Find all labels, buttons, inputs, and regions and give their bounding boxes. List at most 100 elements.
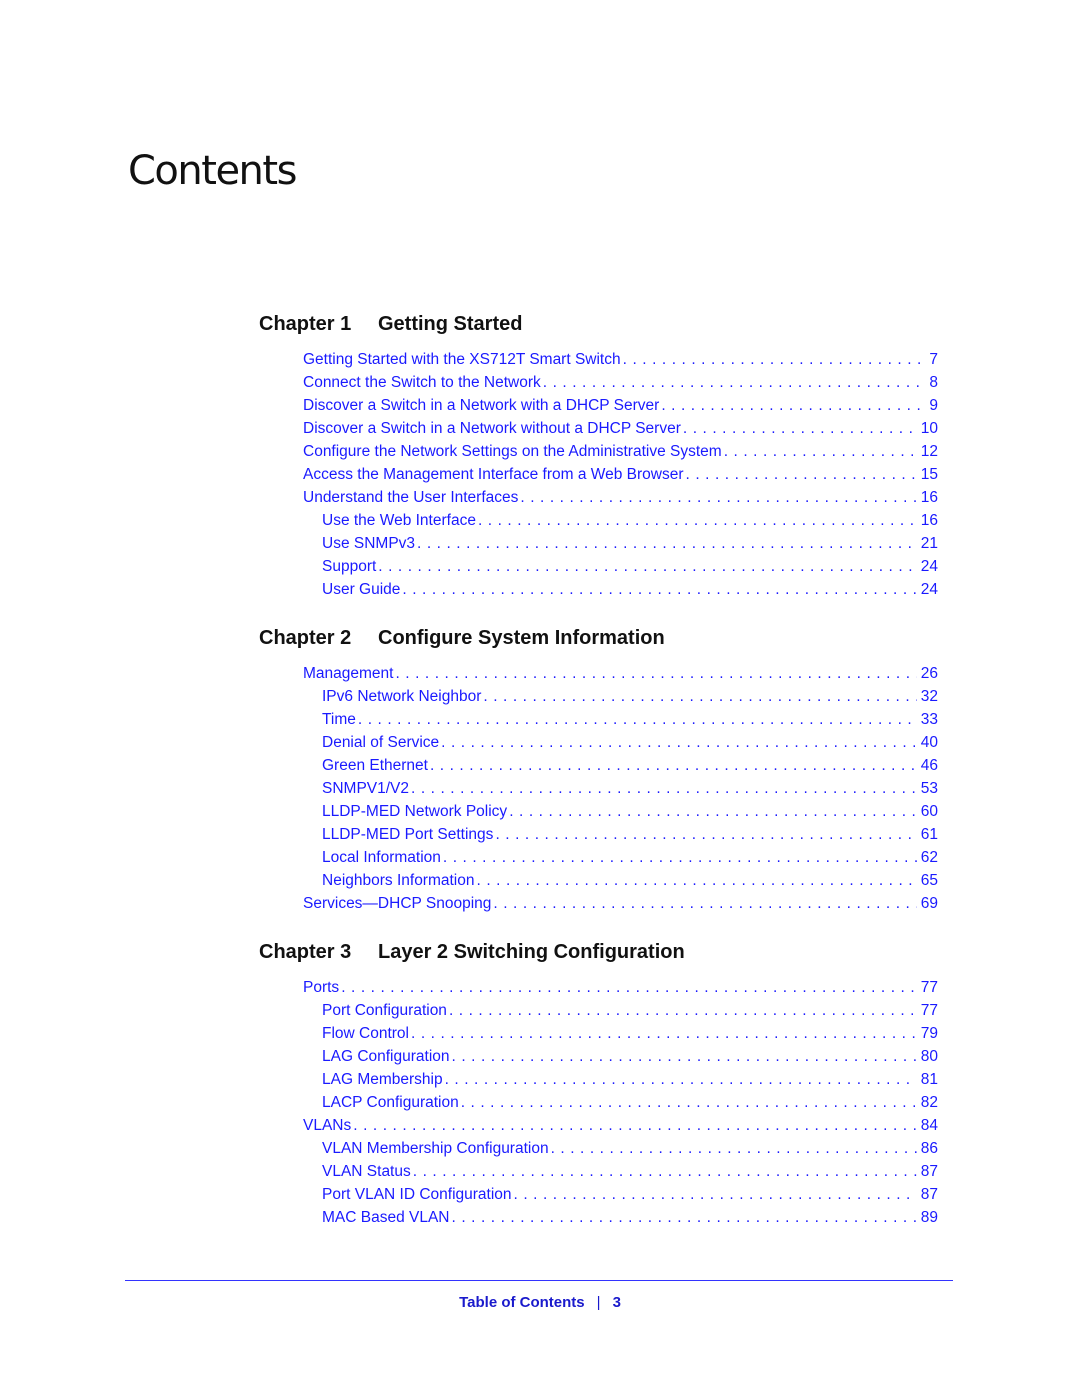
toc-entry[interactable]: Understand the User Interfaces 16 <box>303 486 938 509</box>
toc-entry-page: 86 <box>920 1140 938 1157</box>
toc-entry-page: 79 <box>920 1025 938 1042</box>
toc-entry[interactable]: Discover a Switch in a Network with a DH… <box>303 394 938 417</box>
toc-entry-page: 60 <box>920 803 938 820</box>
toc-entry[interactable]: Management 26 <box>303 662 938 685</box>
toc-entry[interactable]: Support 24 <box>322 555 938 578</box>
dot-leader <box>477 869 917 892</box>
toc-entry[interactable]: VLANs 84 <box>303 1114 938 1137</box>
toc-entry[interactable]: Ports 77 <box>303 976 938 999</box>
chapter-number: Chapter 3 <box>259 941 352 963</box>
toc-entry-label: Use the Web Interface <box>322 512 476 529</box>
dot-leader <box>543 371 926 394</box>
toc-entry-page: 89 <box>920 1209 938 1226</box>
toc-entry-label: LLDP-MED Network Policy <box>322 803 508 820</box>
toc-entry[interactable]: Port Configuration 77 <box>322 999 938 1022</box>
toc-entry[interactable]: Use SNMPv3 21 <box>322 532 938 555</box>
toc-entry[interactable]: Local Information 62 <box>322 846 938 869</box>
toc-entry-label: Port VLAN ID Configuration <box>322 1186 512 1203</box>
toc-entry[interactable]: LAG Membership 81 <box>322 1068 938 1091</box>
dot-leader <box>443 846 917 869</box>
footer-divider <box>125 1280 953 1281</box>
toc-entry-label: Getting Started with the XS712T Smart Sw… <box>303 351 621 368</box>
chapter-title: Layer 2 Switching Configuration <box>378 941 685 963</box>
toc-entry[interactable]: Flow Control 79 <box>322 1022 938 1045</box>
dot-leader <box>417 532 917 555</box>
dot-leader <box>430 754 917 777</box>
toc-entry-label: User Guide <box>322 581 401 598</box>
toc-entry[interactable]: Time 33 <box>322 708 938 731</box>
dot-leader <box>461 1091 917 1114</box>
toc-entry[interactable]: LACP Configuration 82 <box>322 1091 938 1114</box>
dot-leader <box>402 578 916 601</box>
toc-entry-label: Services—DHCP Snooping <box>303 895 492 912</box>
toc-entry-label: Configure the Network Settings on the Ad… <box>303 443 722 460</box>
toc-entry-label: Support <box>322 558 377 575</box>
toc-entry-page: 26 <box>920 665 938 682</box>
toc-entry[interactable]: LAG Configuration 80 <box>322 1045 938 1068</box>
toc-entry[interactable]: Denial of Service 40 <box>322 731 938 754</box>
dot-leader <box>483 685 916 708</box>
toc-entry[interactable]: Access the Management Interface from a W… <box>303 463 938 486</box>
toc-entry[interactable]: Green Ethernet 46 <box>322 754 938 777</box>
toc-entry-label: Ports <box>303 979 340 996</box>
dot-leader <box>378 555 916 578</box>
toc-entry[interactable]: Configure the Network Settings on the Ad… <box>303 440 938 463</box>
chapter-number: Chapter 2 <box>259 627 352 649</box>
dot-leader <box>661 394 925 417</box>
dot-leader <box>493 892 916 915</box>
toc-entry[interactable]: SNMPV1/V2 53 <box>322 777 938 800</box>
dot-leader <box>395 662 916 685</box>
chapter-title: Configure System Information <box>378 627 665 649</box>
toc-entry-page: 80 <box>920 1048 938 1065</box>
toc-entry[interactable]: VLAN Membership Configuration 86 <box>322 1137 938 1160</box>
toc-entry-label: Discover a Switch in a Network with a DH… <box>303 397 660 414</box>
toc-entry[interactable]: Neighbors Information 65 <box>322 869 938 892</box>
toc-entry-label: Connect the Switch to the Network <box>303 374 541 391</box>
toc-entry-label: Discover a Switch in a Network without a… <box>303 420 681 437</box>
toc-entry-label: VLAN Status <box>322 1163 411 1180</box>
toc-entry-page: 10 <box>920 420 938 437</box>
dot-leader <box>413 1160 917 1183</box>
footer-separator: | <box>596 1294 601 1311</box>
dot-leader <box>411 1022 917 1045</box>
toc-entry-label: VLAN Membership Configuration <box>322 1140 549 1157</box>
dot-leader <box>514 1183 917 1206</box>
toc-entry-label: SNMPV1/V2 <box>322 780 410 797</box>
toc-entry[interactable]: Services—DHCP Snooping 69 <box>303 892 938 915</box>
toc-entry-page: 15 <box>920 466 938 483</box>
chapter-3: Chapter 3 Layer 2 Switching Configuration… <box>259 939 938 1229</box>
toc-entry-label: Local Information <box>322 849 441 866</box>
page-title: Contents <box>128 148 297 194</box>
toc-entry[interactable]: Port VLAN ID Configuration 87 <box>322 1183 938 1206</box>
dot-leader <box>495 823 916 846</box>
toc-entry[interactable]: Getting Started with the XS712T Smart Sw… <box>303 348 938 371</box>
toc-entry[interactable]: IPv6 Network Neighbor 32 <box>322 685 938 708</box>
toc-entry-label: VLANs <box>303 1117 352 1134</box>
toc-entry-page: 53 <box>920 780 938 797</box>
dot-leader <box>686 463 917 486</box>
chapter-title: Getting Started <box>378 313 523 335</box>
toc-entry-page: 16 <box>920 512 938 529</box>
dot-leader <box>683 417 917 440</box>
dot-leader <box>353 1114 917 1137</box>
toc-entry-page: 81 <box>920 1071 938 1088</box>
toc-entry-page: 33 <box>920 711 938 728</box>
toc-entry-label: Management <box>303 665 394 682</box>
toc-entry[interactable]: User Guide 24 <box>322 578 938 601</box>
chapter-heading: Chapter 1 Getting Started <box>259 311 899 337</box>
toc-entry[interactable]: Use the Web Interface 16 <box>322 509 938 532</box>
toc-entry-page: 77 <box>920 979 938 996</box>
dot-leader <box>452 1206 917 1229</box>
toc-entry[interactable]: Discover a Switch in a Network without a… <box>303 417 938 440</box>
toc-entry-page: 69 <box>920 895 938 912</box>
toc-entry-page: 46 <box>920 757 938 774</box>
toc-entry-label: LLDP-MED Port Settings <box>322 826 494 843</box>
toc-entry[interactable]: Connect the Switch to the Network 8 <box>303 371 938 394</box>
toc-entry[interactable]: LLDP-MED Port Settings 61 <box>322 823 938 846</box>
toc-entry[interactable]: VLAN Status 87 <box>322 1160 938 1183</box>
toc-entry-page: 12 <box>920 443 938 460</box>
toc-entry[interactable]: LLDP-MED Network Policy 60 <box>322 800 938 823</box>
toc-entry[interactable]: MAC Based VLAN 89 <box>322 1206 938 1229</box>
toc-entry-label: LAG Membership <box>322 1071 443 1088</box>
toc-entry-label: Flow Control <box>322 1025 409 1042</box>
